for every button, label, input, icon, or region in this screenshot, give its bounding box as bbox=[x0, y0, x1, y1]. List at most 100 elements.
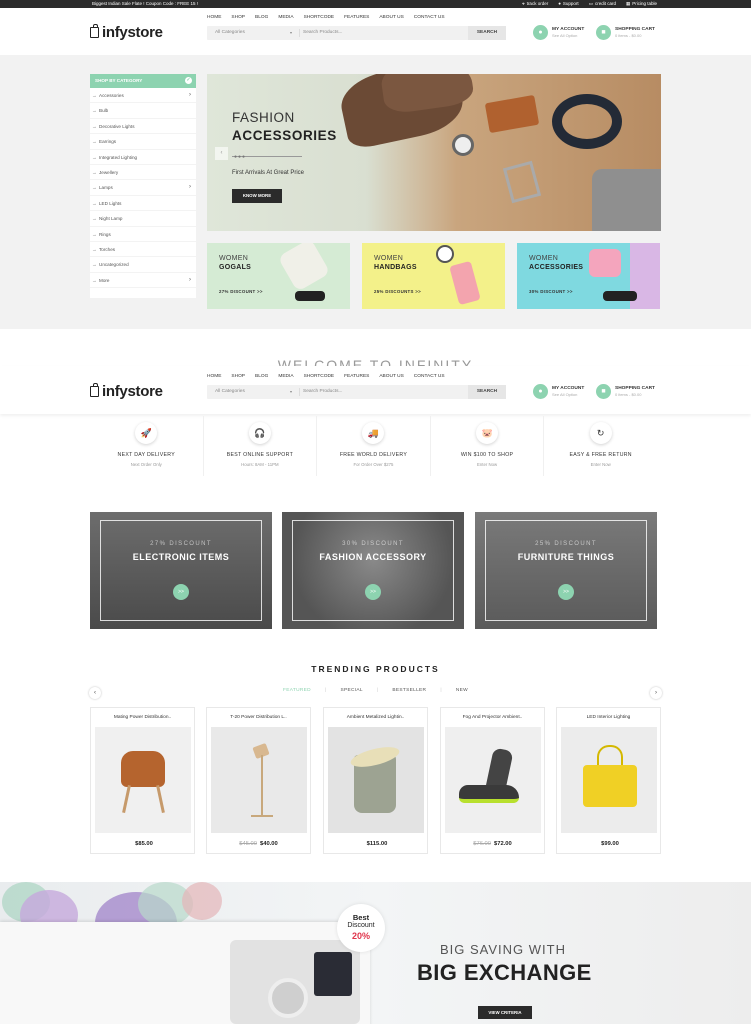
tile-go-button[interactable]: >> bbox=[173, 584, 189, 600]
nav-about-us[interactable]: ABOUT US bbox=[379, 374, 403, 379]
logo[interactable]: infystore bbox=[90, 383, 163, 400]
sidebar-header[interactable]: SHOP BY CATEGORY ✓ bbox=[90, 74, 196, 88]
sidebar-item-lamps[interactable]: Lamps › bbox=[90, 180, 196, 196]
product-name: Fog And Projector Ambient.. bbox=[462, 715, 523, 720]
product-image-handbag[interactable] bbox=[561, 727, 657, 833]
product-image-ambient-light[interactable] bbox=[328, 727, 424, 833]
shopping-cart[interactable]: ■ SHOPPING CART 0 items - $0.00 bbox=[596, 25, 655, 40]
nav-media[interactable]: MEDIA bbox=[278, 15, 293, 20]
tab-special[interactable]: SPECIAL bbox=[340, 688, 362, 693]
nav-home[interactable]: HOME bbox=[207, 15, 221, 20]
slider-prev-button[interactable]: ‹ bbox=[215, 147, 228, 160]
product-image-chair[interactable] bbox=[95, 727, 191, 833]
sidebar-item-label: Night Lamp bbox=[99, 216, 123, 222]
feature-title: FREE WORLD DELIVERY bbox=[339, 452, 408, 458]
sidebar-item-jewellery[interactable]: Jewellery bbox=[90, 165, 196, 181]
sidebar-item-led-lights[interactable]: LED Lights bbox=[90, 196, 196, 212]
wallet-image bbox=[484, 94, 540, 134]
shopping-bag-icon bbox=[90, 24, 99, 38]
headset-icon: 🎧 bbox=[248, 422, 271, 444]
logo[interactable]: infystore bbox=[90, 24, 163, 41]
category-tile-electronics[interactable]: 27% DISCOUNT ELECTRONIC ITEMS >> bbox=[90, 512, 272, 629]
divider bbox=[299, 29, 300, 37]
tab-featured[interactable]: FEATURED bbox=[283, 688, 311, 693]
sidebar-item-accessories[interactable]: Accessories › bbox=[90, 88, 196, 104]
sidebar-item-uncategorized[interactable]: Uncategorized bbox=[90, 257, 196, 273]
know-more-button[interactable]: KNOW MORE bbox=[232, 189, 282, 203]
search-button[interactable]: SEARCH bbox=[468, 385, 506, 399]
promo-card-accessories[interactable]: WOMEN ACCESSORIES 30% DISCOUNT >> bbox=[517, 243, 660, 309]
search-button[interactable]: SEARCH bbox=[468, 26, 506, 40]
feature-sub: Next Order Only bbox=[130, 462, 162, 467]
cart-title: SHOPPING CART bbox=[615, 386, 655, 391]
category-select[interactable]: All Categories bbox=[215, 385, 245, 399]
category-tile-furniture[interactable]: 25% DISCOUNT FURNITURE THINGS >> bbox=[475, 512, 657, 629]
product-image-shoes[interactable] bbox=[445, 727, 541, 833]
divider bbox=[299, 388, 300, 396]
feature-sub: For Order Over $275 bbox=[353, 462, 394, 467]
view-criteria-button[interactable]: VIEW CRITERIA bbox=[478, 1006, 532, 1019]
nav-blog[interactable]: BLOG bbox=[255, 15, 268, 20]
nav-about-us[interactable]: ABOUT US bbox=[379, 15, 403, 20]
sidebar-item-rings[interactable]: Rings bbox=[90, 227, 196, 242]
promo-discount: 27% DISCOUNT >> bbox=[219, 289, 263, 294]
product-card[interactable]: Fog And Projector Ambient.. $76.00 $72.00 bbox=[440, 707, 545, 854]
nav-shortcode[interactable]: SHORTCODE bbox=[304, 374, 335, 379]
promo-text: Biggest Indian Sale Flate ! Coupon Code … bbox=[92, 1, 199, 6]
pricing-table-link[interactable]: ▦ Pricing table bbox=[626, 0, 657, 8]
feature-sub: Hours: 8AM - 11PM bbox=[241, 462, 279, 467]
nav-shop[interactable]: SHOP bbox=[231, 374, 245, 379]
product-price: $85.00 bbox=[91, 841, 194, 847]
search-input[interactable]: Search Products... bbox=[303, 385, 342, 399]
nav-shortcode[interactable]: SHORTCODE bbox=[304, 15, 335, 20]
my-account[interactable]: ● MY ACCOUNT See All Option bbox=[533, 384, 584, 399]
nav-contact-us[interactable]: CONTACT US bbox=[414, 15, 445, 20]
product-image-lamp[interactable] bbox=[211, 727, 307, 833]
sticky-header: infystore HOME SHOP BLOG MEDIA SHORTCODE… bbox=[0, 366, 751, 414]
product-price: $45.00 $40.00 bbox=[207, 841, 310, 847]
nav-media[interactable]: MEDIA bbox=[278, 374, 293, 379]
credit-card-link[interactable]: ▭ credit card bbox=[589, 0, 616, 8]
nav-features[interactable]: FEATURES bbox=[344, 15, 369, 20]
sidebar-item-label: LED Lights bbox=[99, 200, 122, 206]
product-card[interactable]: LED Interior Lighting $99.00 bbox=[556, 707, 661, 854]
tab-new[interactable]: NEW bbox=[456, 688, 468, 693]
hero-subtitle: First Arrivals At Great Price bbox=[232, 170, 305, 176]
nav-contact-us[interactable]: CONTACT US bbox=[414, 374, 445, 379]
tab-bestseller[interactable]: BESTSELLER bbox=[392, 688, 426, 693]
promo-card-gogals[interactable]: WOMEN GOGALS 27% DISCOUNT >> bbox=[207, 243, 350, 309]
rocket-icon: 🚀 bbox=[135, 422, 158, 444]
sidebar-item-integrated-lighting[interactable]: Integrated Lighting bbox=[90, 150, 196, 165]
sidebar-item-decorative-lights[interactable]: Decorative Lights bbox=[90, 119, 196, 135]
category-tile-fashion[interactable]: 30% DISCOUNT FASHION ACCESSORY >> bbox=[282, 512, 464, 629]
sidebar-item-night-lamp[interactable]: Night Lamp bbox=[90, 211, 196, 227]
my-account[interactable]: ● MY ACCOUNT See All Option bbox=[533, 25, 584, 40]
tile-name: FURNITURE THINGS bbox=[517, 552, 615, 562]
price: $40.00 bbox=[260, 841, 278, 847]
carousel-prev-button[interactable]: ‹ bbox=[89, 687, 101, 699]
nav-shop[interactable]: SHOP bbox=[231, 15, 245, 20]
nav-home[interactable]: HOME bbox=[207, 374, 221, 379]
product-name: Mating Power Distribution.. bbox=[113, 715, 172, 720]
track-order-link[interactable]: ⌖ track order bbox=[522, 0, 548, 8]
product-card[interactable]: Mating Power Distribution.. $85.00 bbox=[90, 707, 195, 854]
product-card[interactable]: Ambient Metalized Lightin.. $115.00 bbox=[323, 707, 428, 854]
sidebar-item-torches[interactable]: Torches bbox=[90, 242, 196, 258]
sidebar-item-more[interactable]: More › bbox=[90, 273, 196, 288]
feature-sub: Enter Now bbox=[477, 462, 498, 467]
category-select[interactable]: All Categories bbox=[215, 26, 245, 40]
search-input[interactable]: Search Products... bbox=[303, 26, 342, 40]
tile-go-button[interactable]: >> bbox=[365, 584, 381, 600]
carousel-next-button[interactable]: › bbox=[650, 687, 662, 699]
nav-blog[interactable]: BLOG bbox=[255, 374, 268, 379]
nav-features[interactable]: FEATURES bbox=[344, 374, 369, 379]
slider-dots[interactable]: ●●● bbox=[234, 154, 246, 160]
product-card[interactable]: T-20 Power Distribution L.. $45.00 $40.00 bbox=[206, 707, 311, 854]
support-link[interactable]: ● Support bbox=[558, 0, 578, 8]
sidebar-item-bulb[interactable]: Bulb bbox=[90, 103, 196, 119]
logo-text: infystore bbox=[102, 383, 163, 400]
sidebar-item-earrings[interactable]: Earrings bbox=[90, 134, 196, 150]
tile-go-button[interactable]: >> bbox=[558, 584, 574, 600]
shopping-cart[interactable]: ■ SHOPPING CART 0 items - $0.00 bbox=[596, 384, 655, 399]
promo-card-handbags[interactable]: WOMEN HANDBAGS 25% DISCOUNTS >> bbox=[362, 243, 505, 309]
